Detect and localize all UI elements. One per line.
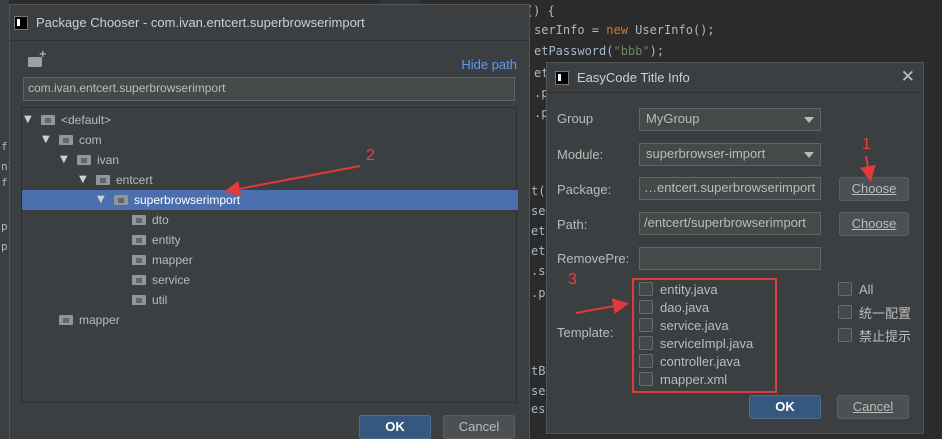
arrow-to-choose: [859, 155, 876, 182]
annotation-arrows: [224, 155, 876, 315]
arrow-to-templates: [575, 298, 629, 315]
arrow-to-selected-package: [224, 165, 361, 197]
